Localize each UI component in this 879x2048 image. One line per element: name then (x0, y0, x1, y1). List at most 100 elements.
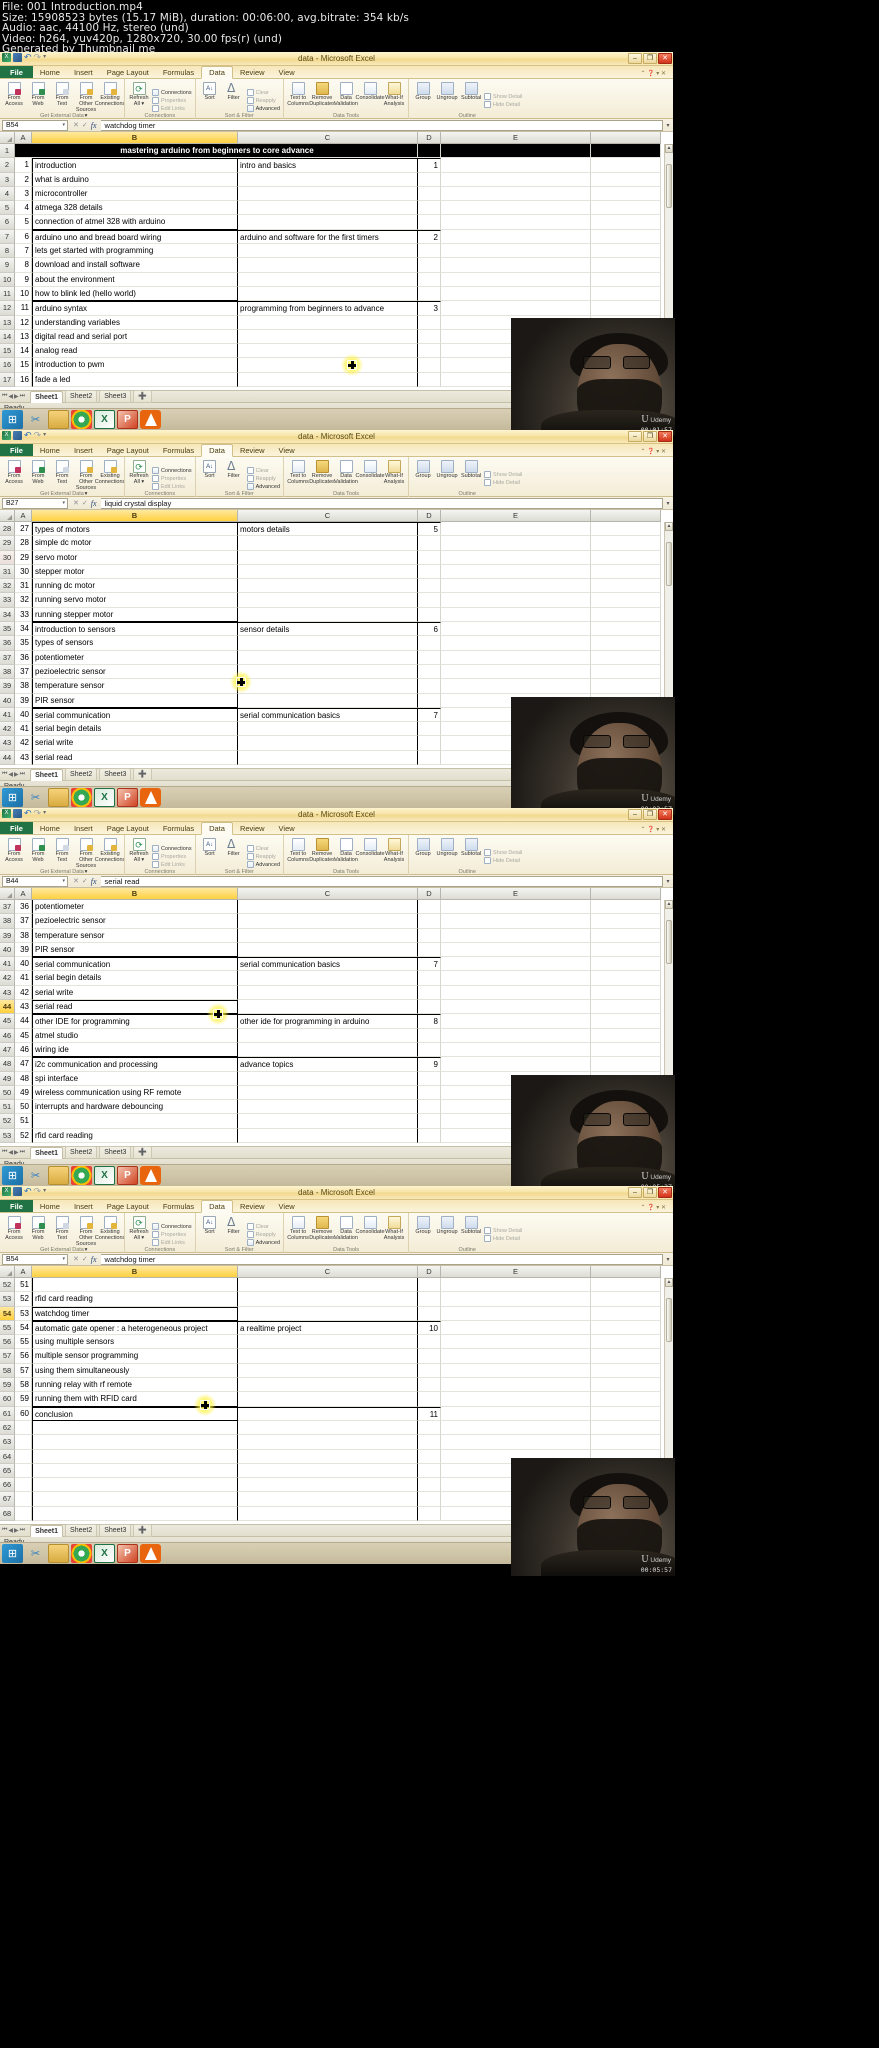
cell-B[interactable] (32, 1506, 238, 1522)
scroll-up-arrow[interactable]: ▲ (665, 1278, 673, 1287)
explorer-icon[interactable] (48, 788, 69, 807)
cell-F[interactable] (591, 622, 661, 637)
cell-E[interactable] (441, 201, 591, 216)
cell-A[interactable]: 44 (15, 1014, 32, 1029)
cell-D[interactable]: 1 (418, 158, 441, 173)
row-header-66[interactable]: 66 (0, 1478, 15, 1493)
cell-A[interactable]: 5 (15, 215, 32, 230)
tab-data[interactable]: Data (201, 65, 233, 79)
ribbon-command-hide-detail[interactable]: Hide Detail (484, 101, 522, 108)
ribbon-command-properties[interactable]: Properties (152, 1231, 192, 1238)
row-header-39[interactable]: 39 (0, 928, 15, 943)
cell-C[interactable] (238, 201, 418, 216)
column-header-C[interactable]: C (238, 888, 418, 900)
cell-C[interactable] (238, 244, 418, 259)
sheet-tab-sheet2[interactable]: Sheet2 (65, 390, 98, 403)
ribbon-command-advanced[interactable]: Advanced (246, 861, 280, 868)
column-header-E[interactable]: E (441, 132, 591, 144)
cell-C[interactable] (238, 272, 418, 287)
ribbon-command-reapply[interactable]: Reapply (246, 1231, 280, 1238)
tab-data[interactable]: Data (201, 443, 233, 457)
cell-F[interactable] (591, 1292, 661, 1307)
cell-D[interactable] (418, 1435, 441, 1450)
tab-view[interactable]: View (272, 445, 302, 457)
cell-B[interactable] (32, 1449, 238, 1464)
row-header-12[interactable]: 12 (0, 301, 15, 316)
tab-file[interactable]: File (0, 821, 33, 834)
tab-formulas[interactable]: Formulas (156, 1201, 201, 1213)
cell-A[interactable]: 9 (15, 272, 32, 287)
cell-F[interactable] (591, 172, 661, 187)
cell-D[interactable] (418, 636, 441, 651)
cell-F[interactable] (591, 272, 661, 287)
cell-B[interactable]: lets get started with programming (32, 244, 238, 259)
column-header-D[interactable]: D (418, 132, 441, 144)
cell-B[interactable]: PIR sensor (32, 942, 238, 958)
cell-E[interactable] (441, 1306, 591, 1321)
tab-page-layout[interactable]: Page Layout (100, 1201, 156, 1213)
row-header-46[interactable]: 46 (0, 1028, 15, 1043)
ribbon-command-reapply[interactable]: Reapply (246, 97, 280, 104)
cell-E[interactable] (441, 272, 591, 287)
cell-F[interactable] (591, 1349, 661, 1364)
ribbon-command-reapply[interactable]: Reapply (246, 853, 280, 860)
powerpoint-icon[interactable]: P (117, 788, 138, 807)
row-header-58[interactable]: 58 (0, 1363, 15, 1379)
cell-A[interactable]: 11 (15, 301, 32, 316)
cell-C[interactable] (238, 1335, 418, 1350)
cell-C[interactable] (238, 172, 418, 187)
row-header-37[interactable]: 37 (0, 900, 15, 915)
cell-A[interactable]: 3 (15, 186, 32, 202)
cell-F[interactable] (591, 1042, 661, 1058)
cell-C[interactable] (238, 693, 418, 708)
cell-E[interactable] (441, 679, 591, 694)
explorer-icon[interactable] (48, 1166, 69, 1185)
cell-A[interactable]: 13 (15, 329, 32, 345)
cell-F[interactable] (591, 607, 661, 623)
row-header-44[interactable]: 44 (0, 750, 15, 766)
cell-E[interactable] (441, 1292, 591, 1307)
cell-B[interactable]: rfid card reading (32, 1292, 238, 1307)
cell-E[interactable] (441, 1335, 591, 1350)
ribbon-command-connections[interactable]: Connections (152, 467, 192, 474)
cell-A[interactable] (15, 1492, 32, 1507)
cell-D[interactable] (418, 942, 441, 958)
row-header-43[interactable]: 43 (0, 736, 15, 751)
cell-C[interactable] (238, 1420, 418, 1436)
cell-F[interactable] (591, 215, 661, 230)
cell-D[interactable] (418, 750, 441, 766)
ribbon-command-hide-detail[interactable]: Hide Detail (484, 857, 522, 864)
cell-F[interactable] (591, 1378, 661, 1393)
row-header-67[interactable]: 67 (0, 1492, 15, 1507)
sheet-tab-sheet2[interactable]: Sheet2 (65, 768, 98, 781)
cell-D[interactable] (418, 201, 441, 216)
cell-C[interactable] (238, 550, 418, 565)
formula-bar-expand-icon[interactable]: ▾ (663, 122, 673, 129)
start-button[interactable]: ⊞ (2, 1166, 23, 1185)
cell-B[interactable]: serial communication (32, 957, 238, 972)
column-header-C[interactable]: C (238, 510, 418, 522)
window-controls[interactable]: – ❐ ✕ (628, 1187, 672, 1198)
cell-C[interactable] (238, 1128, 418, 1144)
formula-input[interactable]: watchdog timer (100, 1253, 663, 1265)
window-controls[interactable]: – ❐ ✕ (628, 431, 672, 442)
ribbon-command-show-detail[interactable]: Show Detail (484, 471, 522, 478)
formula-bar-buttons[interactable]: ✕ ✓ fx (69, 1255, 101, 1264)
cell-A[interactable]: 39 (15, 693, 32, 708)
cell-B[interactable]: running them with RFID card (32, 1392, 238, 1407)
cell-A[interactable]: 40 (15, 957, 32, 972)
cell-D[interactable] (418, 1000, 441, 1015)
cell-C[interactable] (238, 1363, 418, 1379)
cell-D[interactable] (418, 1506, 441, 1522)
cell-B[interactable]: how to blink led (hello world) (32, 286, 238, 302)
column-header-A[interactable]: A (15, 132, 32, 144)
tab-home[interactable]: Home (33, 1201, 67, 1213)
cell-B[interactable]: running stepper motor (32, 607, 238, 623)
cell-A[interactable]: 60 (15, 1406, 32, 1421)
row-header-32[interactable]: 32 (0, 579, 15, 594)
row-header-68[interactable]: 68 (0, 1506, 15, 1522)
cell-D[interactable] (418, 1042, 441, 1058)
cell-A[interactable]: 12 (15, 315, 32, 330)
cell-C[interactable] (238, 329, 418, 345)
sheet-nav-1[interactable]: ◀ (8, 1527, 13, 1534)
